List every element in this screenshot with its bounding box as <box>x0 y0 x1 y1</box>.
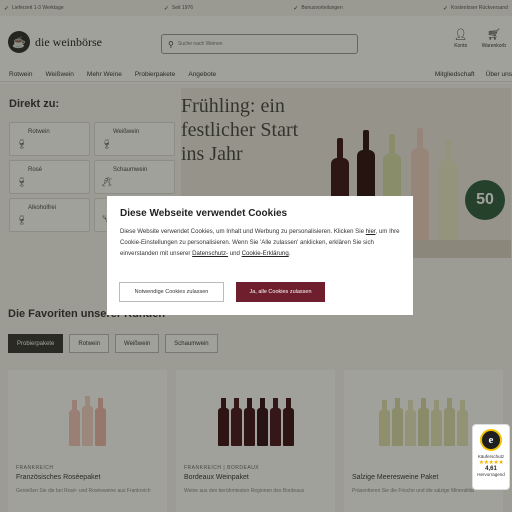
accept-all-cookies-button[interactable]: Ja, alle Cookies zulassen <box>236 282 325 302</box>
cookie-settings-link[interactable]: hier <box>366 228 376 235</box>
trusted-shops-badge[interactable]: e Käuferschutz ★★★★★ 4,61 Hervorragend <box>472 424 510 490</box>
cookie-dialog: Diese Webseite verwendet Cookies Diese W… <box>107 196 413 315</box>
necessary-cookies-button[interactable]: Notwendige Cookies zulassen <box>119 282 224 302</box>
privacy-link[interactable]: Datenschutz- <box>192 250 228 257</box>
cookie-policy-link[interactable]: Cookie-Erklärung <box>242 250 289 257</box>
cookie-title: Diese Webseite verwendet Cookies <box>120 208 288 219</box>
rating-stars: ★★★★★ <box>478 460 504 466</box>
trust-seal-icon: e <box>480 429 502 451</box>
cookie-text: Diese Website verwendet Cookies, um Inha… <box>120 228 400 257</box>
